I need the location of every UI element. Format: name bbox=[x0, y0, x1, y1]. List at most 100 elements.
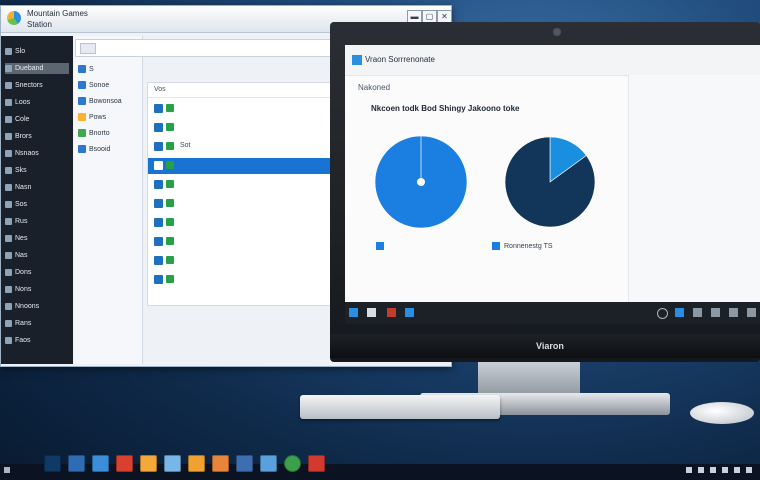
tool-icon[interactable] bbox=[308, 455, 325, 472]
tray-icon[interactable] bbox=[722, 467, 728, 473]
sidebar-item[interactable]: Cole bbox=[5, 114, 69, 125]
folder-icon bbox=[5, 166, 12, 174]
folder-icon bbox=[5, 115, 12, 123]
table-row[interactable] bbox=[148, 120, 332, 136]
media-icon[interactable] bbox=[116, 455, 133, 472]
table-row[interactable] bbox=[148, 158, 332, 174]
start-icon[interactable] bbox=[44, 455, 61, 472]
type-icon bbox=[166, 275, 174, 283]
tray-icon[interactable] bbox=[698, 467, 704, 473]
type-icon bbox=[166, 123, 174, 131]
folder-icon bbox=[78, 65, 86, 74]
legend-label-2: Ronnenestg TS bbox=[504, 242, 553, 250]
sidebar-item[interactable]: Dueband bbox=[5, 63, 69, 74]
app-icon-2[interactable] bbox=[405, 308, 414, 317]
table-row[interactable] bbox=[148, 101, 332, 117]
window-subtitle: Station bbox=[27, 20, 52, 29]
table-row[interactable] bbox=[148, 253, 332, 269]
tray-icon-1[interactable] bbox=[675, 308, 684, 317]
folder-icon bbox=[5, 183, 12, 191]
file-icon bbox=[154, 237, 163, 246]
legend-2: Ronnenestg TS bbox=[492, 242, 553, 250]
folder-icon bbox=[5, 200, 12, 208]
sidebar-item[interactable]: Faos bbox=[5, 335, 69, 346]
folder-icon bbox=[5, 319, 12, 327]
tray-icon-3[interactable] bbox=[711, 308, 720, 317]
sidebar-item[interactable]: Nnoons bbox=[5, 301, 69, 312]
type-icon bbox=[166, 180, 174, 188]
sidebar-item[interactable]: Nas bbox=[5, 250, 69, 261]
sidebar-item[interactable]: Sks bbox=[5, 165, 69, 176]
app-icon[interactable] bbox=[260, 455, 277, 472]
file-icon bbox=[154, 104, 163, 113]
sidebar-item-label: Nons bbox=[15, 286, 32, 293]
pie-charts bbox=[374, 135, 596, 229]
mail-icon[interactable] bbox=[212, 455, 229, 472]
folder-icon bbox=[5, 217, 12, 225]
sidebar-item[interactable]: Rus bbox=[5, 216, 69, 227]
table-row[interactable]: Sot bbox=[148, 139, 332, 155]
type-icon bbox=[166, 256, 174, 264]
image-icon[interactable] bbox=[236, 455, 253, 472]
file-icon bbox=[154, 256, 163, 265]
back-icon[interactable] bbox=[80, 43, 96, 54]
file-icon bbox=[154, 218, 163, 227]
table-row[interactable] bbox=[148, 196, 332, 212]
tray-icon-5[interactable] bbox=[747, 308, 756, 317]
type-icon bbox=[166, 218, 174, 226]
quick-access-item[interactable]: Sonoe bbox=[78, 80, 140, 91]
sidebar-item[interactable]: Dons bbox=[5, 267, 69, 278]
quick-access-item[interactable]: Bowonsoa bbox=[78, 96, 140, 107]
sidebar-item[interactable]: Snectors bbox=[5, 80, 69, 91]
file-icon bbox=[154, 161, 163, 170]
table-row[interactable] bbox=[148, 272, 332, 288]
app-icon-1[interactable] bbox=[387, 308, 396, 317]
explorer-icon[interactable] bbox=[164, 455, 181, 472]
tray-icon-2[interactable] bbox=[693, 308, 702, 317]
monitor-brand: Viaron bbox=[536, 341, 564, 351]
sidebar-item-label: Brors bbox=[15, 133, 32, 140]
quick-access-item[interactable]: Pows bbox=[78, 112, 140, 123]
file-icon bbox=[154, 275, 163, 284]
sidebar-item[interactable]: Nasn bbox=[5, 182, 69, 193]
address-bar[interactable] bbox=[75, 39, 333, 57]
row-label: Sot bbox=[180, 142, 191, 149]
quick-access-item[interactable]: Bnorto bbox=[78, 128, 140, 139]
file-icon bbox=[154, 123, 163, 132]
start-icon[interactable] bbox=[349, 308, 358, 317]
type-icon bbox=[166, 104, 174, 112]
tray-icon[interactable] bbox=[686, 467, 692, 473]
monitor-icon[interactable] bbox=[68, 455, 85, 472]
start-icon[interactable] bbox=[4, 467, 10, 473]
table-row[interactable] bbox=[148, 177, 332, 193]
folder-icon bbox=[78, 129, 86, 138]
tray-icon-4[interactable] bbox=[729, 308, 738, 317]
sidebar-item[interactable]: Brors bbox=[5, 131, 69, 142]
folder-icon[interactable] bbox=[140, 455, 157, 472]
settings-icon[interactable] bbox=[188, 455, 205, 472]
status-icon[interactable] bbox=[657, 308, 668, 319]
quick-access-item[interactable]: Bsooid bbox=[78, 144, 140, 155]
sidebar-item[interactable]: Nes bbox=[5, 233, 69, 244]
quick-access-label: S bbox=[89, 66, 94, 73]
folder-icon bbox=[5, 64, 12, 72]
sidebar-item[interactable]: Nons bbox=[5, 284, 69, 295]
sidebar-item[interactable]: Loos bbox=[5, 97, 69, 108]
tray-icon[interactable] bbox=[734, 467, 740, 473]
quick-access-item[interactable]: S bbox=[78, 64, 140, 75]
sidebar-item[interactable]: Slo bbox=[5, 46, 69, 57]
search-icon[interactable] bbox=[367, 308, 376, 317]
folder-icon bbox=[5, 98, 12, 106]
sidebar-item[interactable]: Sos bbox=[5, 199, 69, 210]
globe-icon[interactable] bbox=[92, 455, 109, 472]
quick-access-label: Bnorto bbox=[89, 130, 110, 137]
sidebar-item[interactable]: Rans bbox=[5, 318, 69, 329]
sidebar-item[interactable]: Nsnaos bbox=[5, 148, 69, 159]
sidebar-item-label: Slo bbox=[15, 48, 26, 55]
record-icon[interactable] bbox=[284, 455, 301, 472]
webcam-icon bbox=[553, 28, 561, 36]
tray-icon[interactable] bbox=[710, 467, 716, 473]
tray-icon[interactable] bbox=[746, 467, 752, 473]
table-row[interactable] bbox=[148, 234, 332, 250]
table-row[interactable] bbox=[148, 215, 332, 231]
